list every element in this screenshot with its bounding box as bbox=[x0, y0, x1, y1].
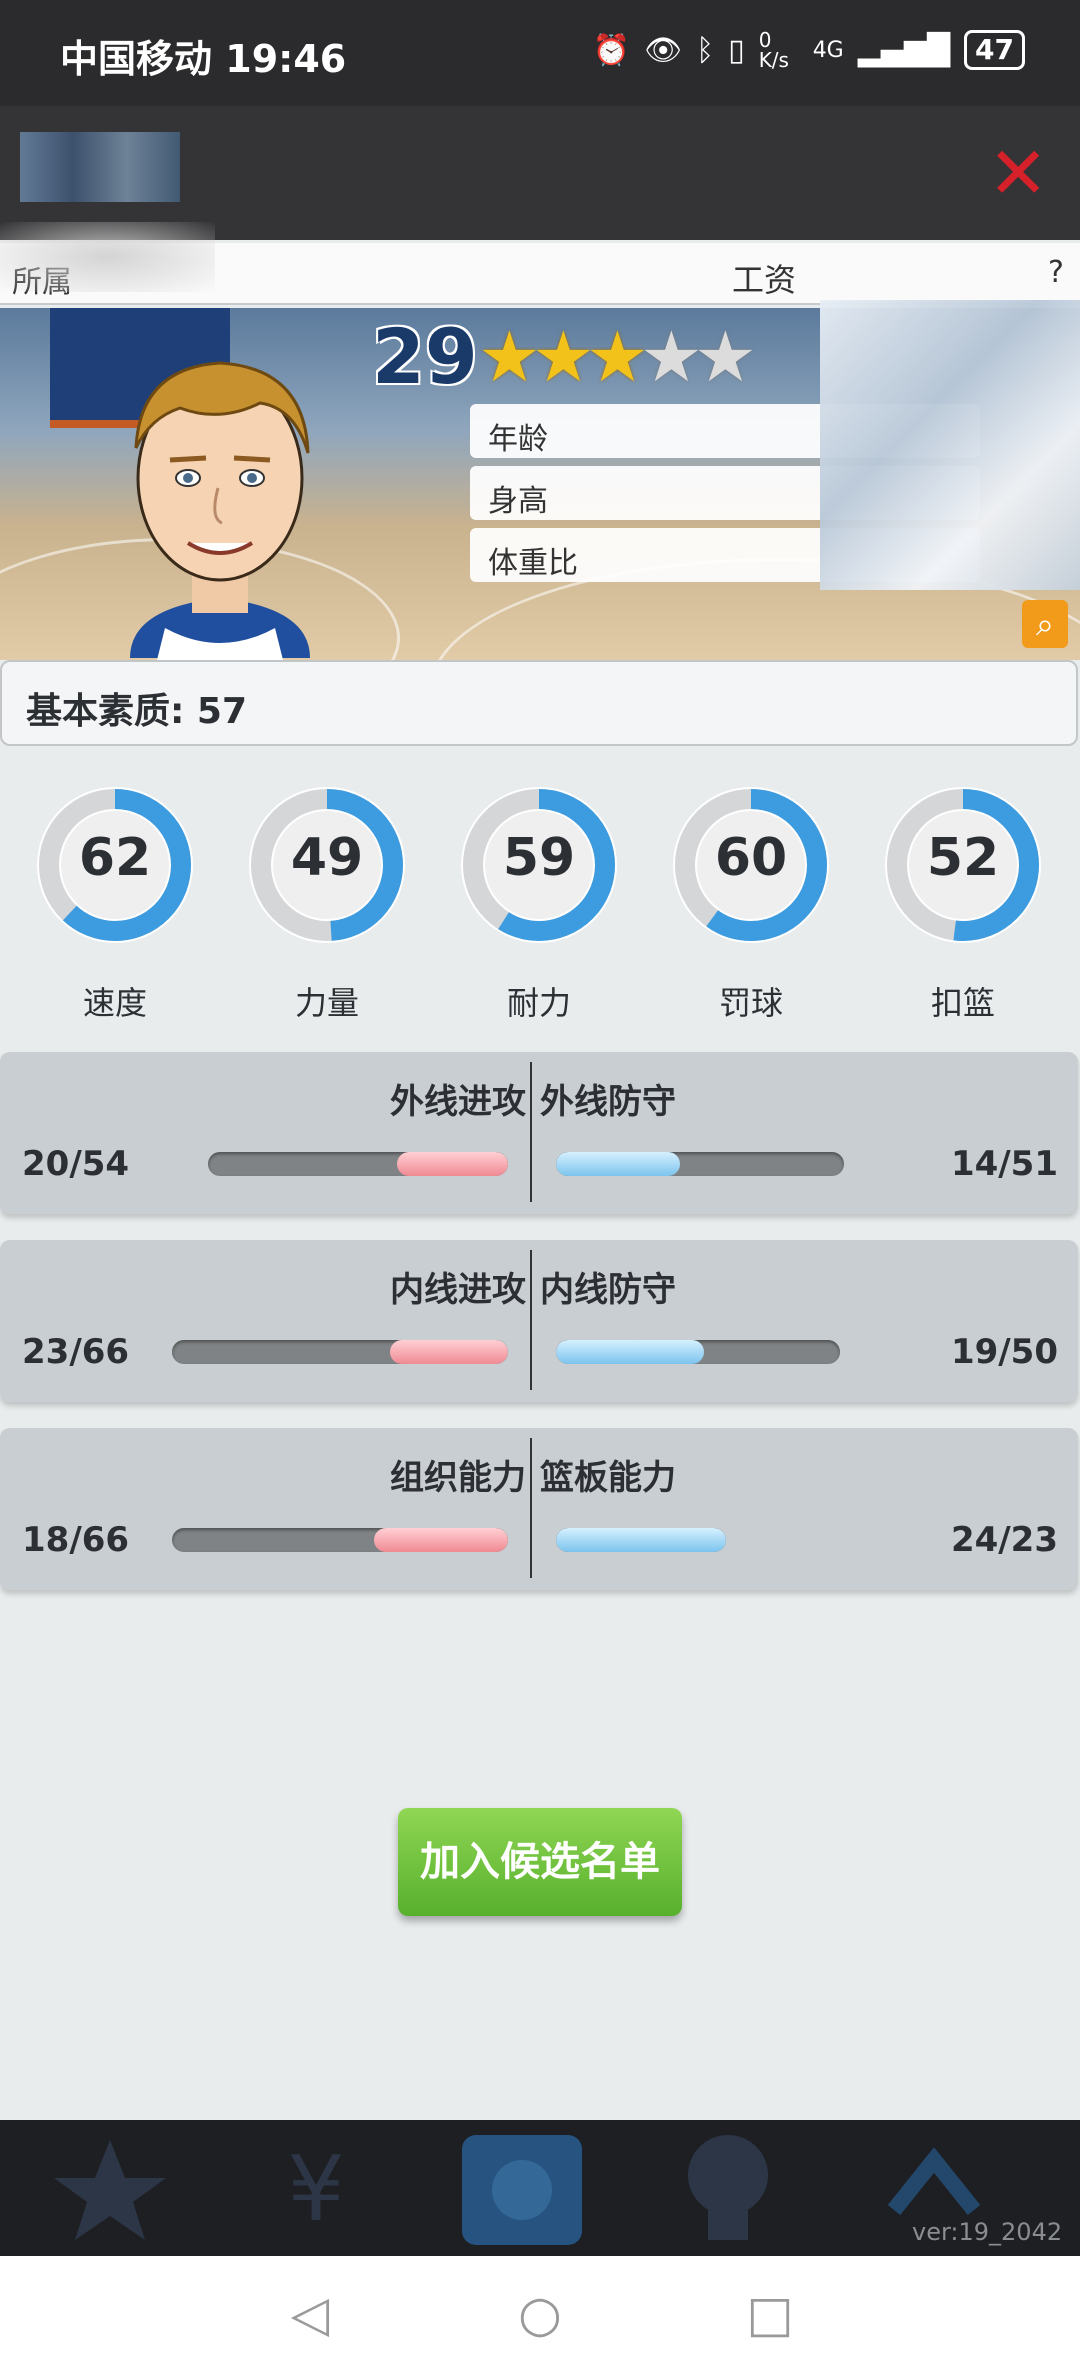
compare-right-value: 24/23 bbox=[950, 1520, 1058, 1560]
divider bbox=[530, 1062, 532, 1202]
ability-value: 52 bbox=[926, 828, 1000, 888]
version-label: ver:19_2042 bbox=[912, 2218, 1063, 2246]
alarm-icon: ⏰ bbox=[592, 32, 631, 68]
search-icon[interactable]: ⌕ bbox=[1022, 600, 1068, 648]
bluetooth-icon: ᛒ bbox=[696, 32, 715, 68]
star-filled-icon: ★ bbox=[532, 316, 595, 398]
compare-panel-inside: 内线进攻 内线防守 23/66 19/50 bbox=[0, 1240, 1078, 1402]
compare-right-title: 外线防守 bbox=[540, 1082, 676, 1122]
left-bar bbox=[208, 1152, 508, 1176]
compare-right-title: 内线防守 bbox=[540, 1270, 676, 1310]
status-icons: ⏰ 👁 ᛒ ▯ 0 K/s 4G ▂▄▆█ 47 bbox=[593, 30, 1025, 70]
star-filled-icon: ★ bbox=[586, 316, 649, 398]
right-bar bbox=[556, 1152, 844, 1176]
left-bar-fill bbox=[373, 1528, 508, 1552]
compare-left-title: 组织能力 bbox=[390, 1458, 526, 1498]
nav-star-icon[interactable] bbox=[30, 2120, 190, 2256]
status-bar: 中国移动 19:46 ⏰ 👁 ᛒ ▯ 0 K/s 4G ▂▄▆█ 47 bbox=[0, 0, 1080, 106]
salary-label: 工资 bbox=[732, 261, 797, 299]
player-rating: 29 bbox=[372, 312, 478, 401]
right-bar-fill bbox=[556, 1340, 704, 1364]
left-bar-fill bbox=[397, 1152, 508, 1176]
basic-quality-box: 基本素质: 57 bbox=[0, 660, 1078, 746]
app-root: 中国移动 19:46 ⏰ 👁 ᛒ ▯ 0 K/s 4G ▂▄▆█ 47 ✕ 所属… bbox=[0, 0, 1080, 2375]
system-nav-bar: ◁ ○ □ bbox=[0, 2256, 1080, 2375]
net-speed: 0 K/s bbox=[758, 28, 789, 72]
compare-right-value: 14/51 bbox=[950, 1144, 1058, 1184]
divider bbox=[530, 1250, 532, 1390]
add-to-shortlist-button[interactable]: 加入候选名单 bbox=[398, 1808, 682, 1916]
blurred-team-logo bbox=[0, 222, 215, 292]
ability-value: 62 bbox=[78, 828, 152, 888]
right-bar bbox=[556, 1340, 840, 1364]
star-empty-icon: ★ bbox=[694, 316, 757, 398]
help-icon[interactable]: ? bbox=[1048, 255, 1064, 290]
signal-type: 4G bbox=[812, 37, 844, 63]
ability-ring-dunk: 52 扣篮 bbox=[878, 780, 1048, 1022]
blurred-region bbox=[820, 300, 1080, 590]
right-bar bbox=[556, 1528, 726, 1552]
star-empty-icon: ★ bbox=[640, 316, 703, 398]
carrier-text: 中国移动 bbox=[60, 37, 213, 81]
ability-ring-strength: 49 力量 bbox=[242, 780, 412, 1022]
compare-right-value: 19/50 bbox=[950, 1332, 1058, 1372]
vibrate-icon: ▯ bbox=[728, 32, 745, 68]
right-bar-fill bbox=[556, 1528, 726, 1552]
compare-left-title: 外线进攻 bbox=[390, 1082, 526, 1122]
ability-value: 59 bbox=[502, 828, 576, 888]
player-name-blurred bbox=[20, 132, 180, 202]
compare-left-title: 内线进攻 bbox=[390, 1270, 526, 1310]
attr-label: 身高 bbox=[488, 484, 548, 519]
ability-label: 罚球 bbox=[718, 984, 783, 1022]
status-carrier-time: 中国移动 19:46 bbox=[60, 28, 346, 83]
time-text: 19:46 bbox=[225, 37, 347, 81]
compare-panel-outside: 外线进攻 外线防守 20/54 14/51 bbox=[0, 1052, 1078, 1214]
compare-left-value: 18/66 bbox=[22, 1520, 130, 1560]
ability-rings: 62 速度 49 力量 59 耐力 60 罚球 52 扣篮 bbox=[0, 780, 1080, 1030]
ability-ring-speed: 62 速度 bbox=[30, 780, 200, 1022]
ability-label: 力量 bbox=[294, 984, 359, 1022]
right-bar-fill bbox=[556, 1152, 680, 1176]
compare-panel-playmaking: 组织能力 篮板能力 18/66 24/23 bbox=[0, 1428, 1078, 1590]
compare-right-title: 篮板能力 bbox=[540, 1458, 676, 1498]
back-icon[interactable]: ◁ bbox=[280, 2284, 340, 2344]
left-bar bbox=[172, 1528, 508, 1552]
nav-yen-icon[interactable]: ¥ bbox=[236, 2120, 396, 2256]
signal-icon: ▂▄▆█ bbox=[857, 32, 951, 68]
star-filled-icon: ★ bbox=[478, 316, 541, 398]
compare-left-value: 23/66 bbox=[22, 1332, 130, 1372]
attr-label: 年龄 bbox=[488, 422, 548, 457]
ability-label: 扣篮 bbox=[930, 984, 995, 1022]
svg-text:¥: ¥ bbox=[287, 2137, 344, 2242]
ability-value: 49 bbox=[290, 828, 364, 888]
battery-icon: 47 bbox=[964, 30, 1025, 70]
divider bbox=[530, 1438, 532, 1578]
ability-label: 速度 bbox=[82, 984, 147, 1022]
recents-icon[interactable]: □ bbox=[740, 2284, 800, 2344]
ability-value: 60 bbox=[714, 828, 788, 888]
ability-label: 耐力 bbox=[506, 984, 571, 1022]
basic-quality-label: 基本素质: 57 bbox=[26, 691, 248, 732]
ability-ring-stamina: 59 耐力 bbox=[454, 780, 624, 1022]
eye-icon: 👁 bbox=[644, 32, 683, 68]
left-bar-fill bbox=[390, 1340, 508, 1364]
battery-level: 47 bbox=[975, 33, 1014, 66]
star-rating: ★ ★ ★ ★ ★ bbox=[478, 316, 757, 398]
attr-label: 体重比 bbox=[488, 546, 578, 581]
compare-left-value: 20/54 bbox=[22, 1144, 130, 1184]
ability-ring-freethrow: 60 罚球 bbox=[666, 780, 836, 1022]
nav-team-icon[interactable] bbox=[442, 2120, 602, 2256]
home-icon[interactable]: ○ bbox=[510, 2284, 570, 2344]
close-icon[interactable]: ✕ bbox=[988, 137, 1048, 209]
nav-trophy-icon[interactable] bbox=[648, 2120, 808, 2256]
player-avatar bbox=[130, 361, 310, 660]
left-bar bbox=[172, 1340, 508, 1364]
